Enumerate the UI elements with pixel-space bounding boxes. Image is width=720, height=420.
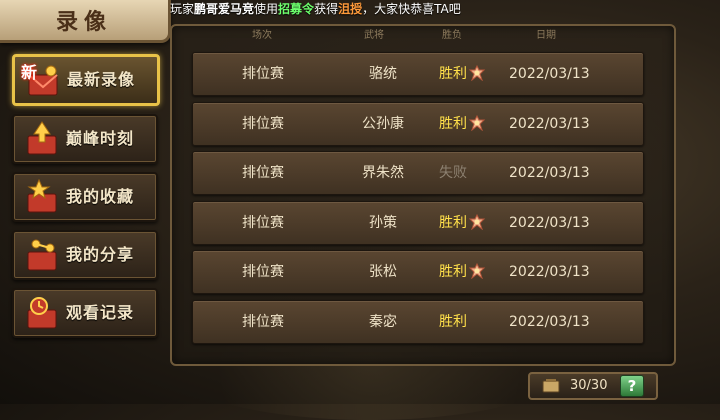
row-general: 公孙康 <box>362 116 404 132</box>
announcement-player: 鹏哥爱马竞 <box>194 2 255 16</box>
announcement-suffix: ，大家快恭喜TA吧 <box>362 2 461 16</box>
announcement-prefix: 玩家 <box>170 2 195 16</box>
new-badge: 新 <box>21 63 38 82</box>
menu-item-3[interactable]: 我的收藏 <box>12 172 158 222</box>
table-row[interactable]: 排位赛 张松 胜利 2022/03/13 <box>192 250 644 294</box>
row-result-text: 胜利 <box>439 116 467 132</box>
row-general: 孙策 <box>369 215 397 231</box>
row-mode: 排位赛 <box>242 116 284 132</box>
row-mode: 排位赛 <box>242 165 284 181</box>
mvp-badge-icon <box>468 213 486 230</box>
row-date: 2022/03/13 <box>509 215 590 231</box>
menu-item-label: 巅峰时刻 <box>66 129 135 148</box>
table-row[interactable]: 排位赛 秦宓 胜利 2022/03/13 <box>192 300 644 344</box>
announcement-mid2: 获得 <box>314 2 339 16</box>
row-mode: 排位赛 <box>242 264 284 280</box>
replay-count: 30/30 <box>570 378 608 393</box>
row-mode: 排位赛 <box>242 314 284 330</box>
row-general: 界朱然 <box>362 165 404 181</box>
row-result-text: 胜利 <box>439 66 467 82</box>
help-button[interactable]: ? <box>620 375 644 397</box>
row-result: 失败 <box>439 152 499 194</box>
row-result: 胜利 <box>439 301 499 343</box>
history-icon <box>22 294 62 332</box>
pagination: 30/30 ? <box>528 372 658 400</box>
menu-item-label: 我的收藏 <box>66 187 135 206</box>
mvp-badge-icon <box>468 262 486 279</box>
row-result-text: 胜利 <box>439 264 467 280</box>
menu-item-label: 最新录像 <box>67 70 136 89</box>
share-icon <box>22 236 62 274</box>
announcement-banner: 玩家鹏哥爱马竞使用招募令获得沮授，大家快恭喜TA吧 <box>170 0 720 18</box>
page-title: 录像 <box>55 9 112 35</box>
row-result-text: 失败 <box>439 165 467 181</box>
row-mode: 排位赛 <box>242 66 284 82</box>
row-result: 胜利 <box>439 103 499 145</box>
row-general: 张松 <box>369 264 397 280</box>
mvp-badge-icon <box>468 114 486 131</box>
column-header-mode: 场次 <box>252 30 272 41</box>
row-mode: 排位赛 <box>242 215 284 231</box>
row-general: 骆统 <box>369 66 397 82</box>
announcement-mid1: 使用 <box>254 2 279 16</box>
page-title-tab: 录像 <box>0 0 171 43</box>
menu-item-1[interactable]: 新 最新录像 <box>12 54 160 106</box>
menu-item-4[interactable]: 我的分享 <box>12 230 158 280</box>
row-date: 2022/03/13 <box>509 314 590 330</box>
replay-count-icon <box>542 379 560 393</box>
column-headers: 场次 武将 胜负 日期 <box>190 26 650 41</box>
menu-item-2[interactable]: 巅峰时刻 <box>12 114 158 164</box>
menu-item-5[interactable]: 观看记录 <box>12 288 158 338</box>
row-result-text: 胜利 <box>439 314 467 330</box>
favorites-star-icon <box>22 178 62 216</box>
row-general: 秦宓 <box>369 314 397 330</box>
column-header-general: 武将 <box>364 30 384 41</box>
row-result: 胜利 <box>439 53 499 95</box>
mvp-badge-icon <box>468 64 486 81</box>
table-row[interactable]: 排位赛 公孙康 胜利 2022/03/13 <box>192 102 644 146</box>
row-date: 2022/03/13 <box>509 165 590 181</box>
announcement-item: 招募令 <box>278 2 315 16</box>
table-row[interactable]: 排位赛 骆统 胜利 2022/03/13 <box>192 52 644 96</box>
row-result: 胜利 <box>439 251 499 293</box>
column-header-date: 日期 <box>536 30 556 41</box>
row-result-text: 胜利 <box>439 215 467 231</box>
row-result: 胜利 <box>439 202 499 244</box>
row-date: 2022/03/13 <box>509 116 590 132</box>
menu-item-label: 我的分享 <box>66 245 135 264</box>
announcement-reward: 沮授 <box>338 2 363 16</box>
table-row[interactable]: 排位赛 孙策 胜利 2022/03/13 <box>192 201 644 245</box>
row-date: 2022/03/13 <box>509 66 590 82</box>
peak-moment-icon <box>22 120 62 158</box>
table-row[interactable]: 排位赛 界朱然 失败 2022/03/13 <box>192 151 644 195</box>
menu-item-label: 观看记录 <box>66 303 135 322</box>
row-date: 2022/03/13 <box>509 264 590 280</box>
column-header-result: 胜负 <box>442 30 462 41</box>
